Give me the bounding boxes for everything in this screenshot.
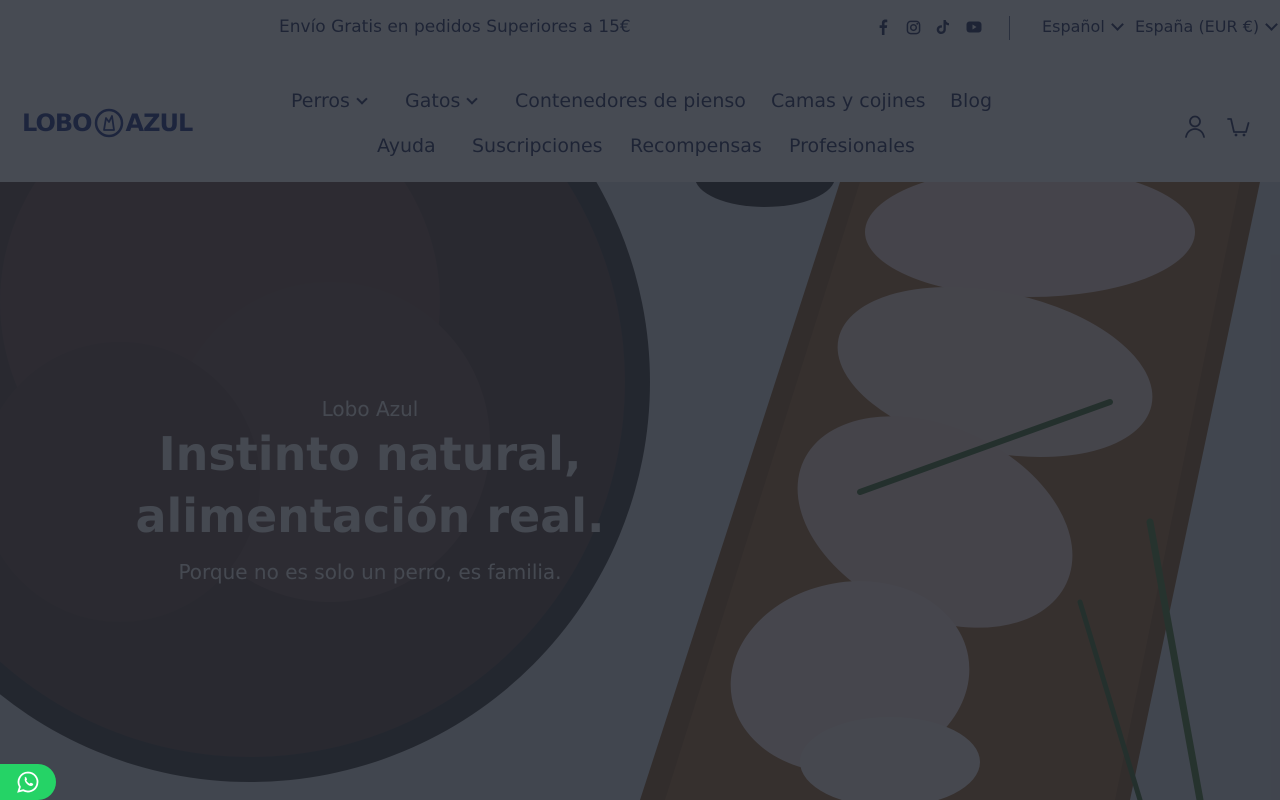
announcement-text: Envío Gratis en pedidos Superiores a 15€ — [279, 17, 631, 37]
chevron-down-icon — [1110, 17, 1124, 31]
nav-label: Perros — [291, 90, 350, 112]
logo-text-left: LOBO — [22, 109, 93, 137]
site-header: LOBO AZUL Perros Gatos Contenedores de p… — [0, 56, 1280, 182]
hero-headline-line-1: Instinto natural, — [158, 427, 582, 481]
whatsapp-button[interactable] — [0, 764, 56, 800]
nav-label: Suscripciones — [472, 135, 603, 157]
whatsapp-icon — [17, 771, 39, 793]
nav-item-ayuda[interactable]: Ayuda — [377, 135, 436, 157]
nav-label: Recompensas — [630, 135, 762, 157]
nav-item-suscripciones[interactable]: Suscripciones — [472, 135, 603, 157]
chevron-down-icon — [356, 93, 368, 105]
wolf-logo-icon — [94, 108, 123, 138]
site-logo[interactable]: LOBO AZUL — [22, 108, 194, 138]
language-selector[interactable]: Español — [1042, 17, 1124, 36]
nav-item-gatos[interactable]: Gatos — [405, 90, 479, 112]
chevron-down-icon — [1265, 17, 1278, 31]
nav-label: Contenedores de pienso — [515, 90, 746, 112]
announcement-bar: Envío Gratis en pedidos Superiores a 15€… — [0, 0, 1280, 56]
nav-label: Gatos — [405, 90, 461, 112]
logo-text-right: AZUL — [125, 109, 194, 137]
hero-kicker: Lobo Azul — [321, 397, 419, 421]
nav-item-profesionales[interactable]: Profesionales — [789, 135, 915, 157]
nav-label: Camas y cojines — [771, 90, 926, 112]
nav-item-contenedores[interactable]: Contenedores de pienso — [515, 90, 746, 112]
facebook-icon[interactable] — [875, 19, 891, 35]
hero-banner: Lobo Azul Instinto natural, alimentación… — [0, 182, 1280, 800]
cart-icon[interactable] — [1226, 113, 1252, 139]
divider — [1009, 16, 1010, 40]
nav-item-blog[interactable]: Blog — [950, 90, 992, 112]
country-selector[interactable]: España (EUR €) — [1135, 17, 1278, 36]
nav-label: Blog — [950, 90, 992, 112]
account-icon[interactable] — [1182, 113, 1208, 139]
nav-label: Profesionales — [789, 135, 915, 157]
tiktok-icon[interactable] — [935, 19, 951, 35]
nav-item-camas[interactable]: Camas y cojines — [771, 90, 926, 112]
hero-subline: Porque no es solo un perro, es familia. — [178, 560, 562, 584]
nav-item-perros[interactable]: Perros — [291, 90, 368, 112]
chevron-down-icon — [466, 93, 479, 105]
youtube-icon[interactable] — [966, 19, 982, 35]
instagram-icon[interactable] — [905, 19, 921, 35]
language-label: Español — [1042, 17, 1105, 36]
nav-item-recompensas[interactable]: Recompensas — [630, 135, 762, 157]
hero-headline-line-2: alimentación real. — [135, 489, 605, 543]
country-label: España (EUR €) — [1135, 17, 1260, 36]
nav-label: Ayuda — [377, 135, 436, 157]
